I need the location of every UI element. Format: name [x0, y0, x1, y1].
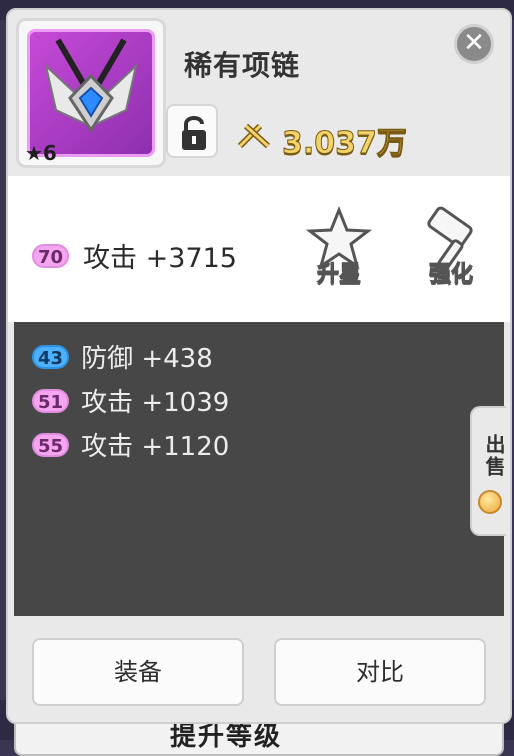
- item-title: 稀有项链: [184, 49, 301, 82]
- crossed-swords-icon: [237, 123, 271, 149]
- close-icon: ✕: [463, 28, 485, 58]
- sub-stat-text: 攻击 +1120: [81, 432, 230, 462]
- power-score: 3.037万: [234, 118, 407, 162]
- sub-stat-row: 51 攻击 +1039: [32, 382, 229, 419]
- sell-label: 出售: [482, 434, 506, 478]
- lock-toggle-button[interactable]: [166, 104, 218, 158]
- main-stat-text: 攻击 +3715: [83, 243, 237, 274]
- sell-tab[interactable]: 出售: [470, 406, 506, 536]
- sub-stat-level-badge: 43: [32, 344, 70, 369]
- compare-button[interactable]: 对比: [274, 638, 486, 706]
- item-star-rank: ★6: [25, 141, 57, 165]
- sub-stat-level-badge: 51: [32, 388, 70, 413]
- equip-button[interactable]: 装备: [32, 638, 244, 706]
- item-header: ★6 稀有项链 ✕ 3.037万: [8, 10, 510, 178]
- star-up-button[interactable]: 升星: [304, 205, 374, 292]
- power-score-value: 3.037万: [282, 126, 408, 162]
- star-up-label: 升星: [316, 262, 361, 288]
- item-detail-panel: ★6 稀有项链 ✕ 3.037万 70 攻击 +3715 升星 强化 43 防御…: [6, 8, 512, 724]
- sub-stat-row: 55 攻击 +1120: [32, 426, 229, 463]
- sub-stats-section: 43 防御 +438 51 攻击 +1039 55 攻击 +1120: [14, 322, 504, 616]
- item-icon-frame: ★6: [16, 18, 166, 168]
- necklace-icon: [27, 29, 155, 157]
- close-button[interactable]: ✕: [454, 24, 494, 64]
- main-stat-line: 70 攻击 +3715: [32, 236, 237, 275]
- sub-stat-level-badge: 55: [32, 432, 70, 457]
- lock-icon: [182, 116, 206, 150]
- bottom-actions: 装备 对比: [8, 616, 510, 720]
- enhance-label: 强化: [428, 262, 473, 288]
- main-stat-level-badge: 70: [32, 243, 70, 268]
- enhance-button[interactable]: 强化: [416, 206, 486, 292]
- coin-icon: [478, 490, 502, 514]
- main-stat-section: 70 攻击 +3715 升星 强化: [8, 176, 510, 322]
- sub-stat-text: 防御 +438: [81, 344, 213, 374]
- sub-stat-text: 攻击 +1039: [81, 388, 230, 418]
- sub-stat-row: 43 防御 +438: [32, 338, 213, 375]
- necklace-art: [44, 38, 138, 133]
